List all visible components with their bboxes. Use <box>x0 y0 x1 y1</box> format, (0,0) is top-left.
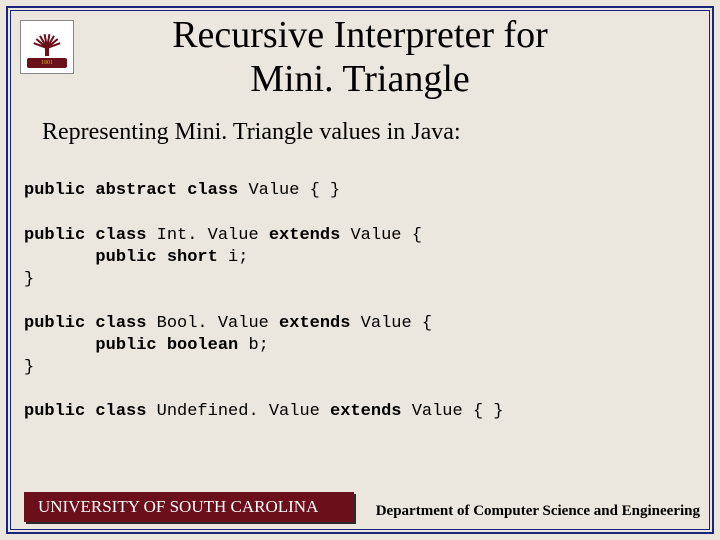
logo-year: 1801 <box>27 58 67 68</box>
university-logo: 1801 <box>20 20 74 74</box>
footer-university: UNIVERSITY OF SOUTH CAROLINA <box>24 492 354 522</box>
footer-department: Department of Computer Science and Engin… <box>376 503 700 520</box>
palmetto-icon <box>30 26 64 56</box>
inner-border <box>10 10 710 530</box>
